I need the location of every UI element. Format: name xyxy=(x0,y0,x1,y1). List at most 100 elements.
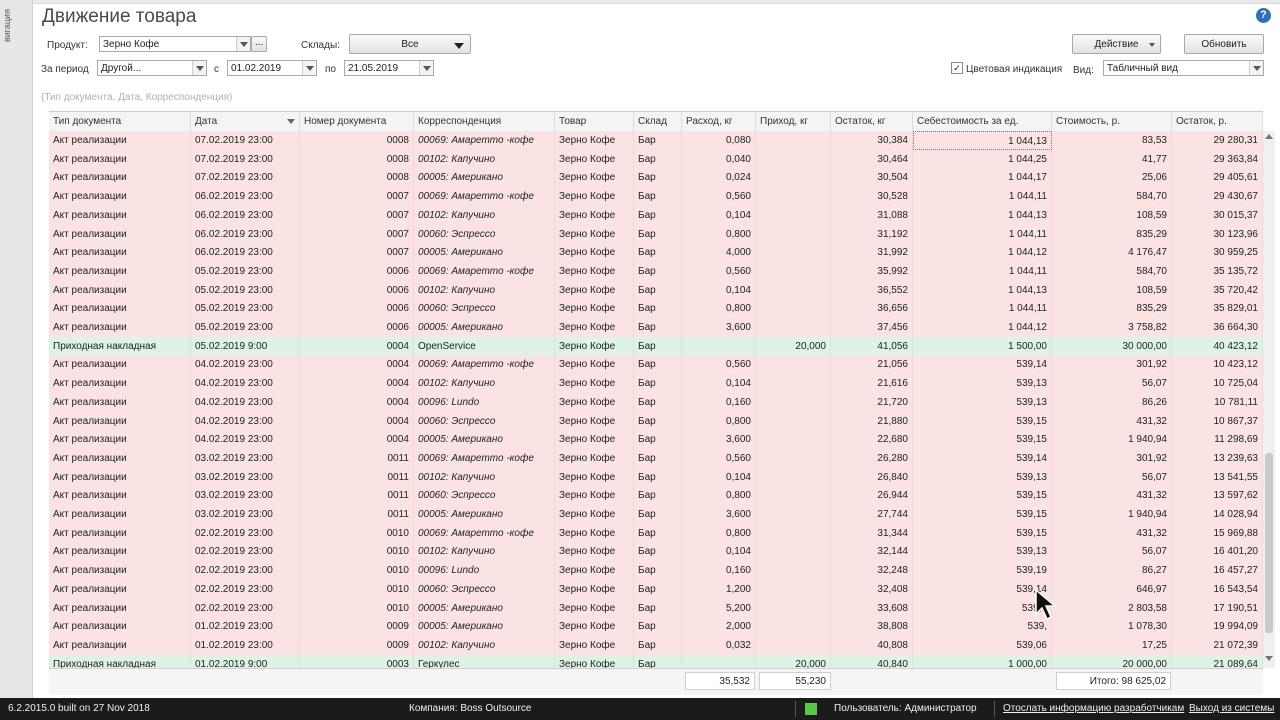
table-row[interactable]: Акт реализации 04.02.2019 23:00 0004 00102:… xyxy=(49,374,1263,394)
product-select[interactable]: Зерно Кофе xyxy=(99,36,251,52)
cell-num: 0008 xyxy=(300,149,414,169)
table-row[interactable]: Акт реализации 02.02.2019 23:00 0010 00069:… xyxy=(49,523,1263,543)
cell-num: 0004 xyxy=(300,430,414,450)
navigation-strip[interactable]: вигация xyxy=(0,0,33,698)
table-row[interactable]: Акт реализации 04.02.2019 23:00 0004 00060:… xyxy=(49,411,1263,431)
product-more-button[interactable]: ... xyxy=(251,36,267,52)
table-row[interactable]: Акт реализации 02.02.2019 23:00 0010 00060:… xyxy=(49,579,1263,599)
help-icon[interactable]: ? xyxy=(1256,8,1271,23)
report-link[interactable]: Отослать информацию разработчикам xyxy=(1003,703,1184,714)
product-value: Зерно Кофе xyxy=(103,39,160,50)
cell-cost: 584,70 xyxy=(1052,261,1172,281)
column-header-unit[interactable]: Себестоимость за ед. xyxy=(913,112,1052,131)
scroll-down-icon[interactable] xyxy=(1265,656,1273,661)
cell-balr: 35 829,01 xyxy=(1172,299,1263,319)
cell-out: 0,040 xyxy=(682,149,756,169)
cell-type: Акт реализации xyxy=(49,505,191,524)
from-date-field[interactable]: 01.02.2019 xyxy=(227,60,317,76)
column-header-balr[interactable]: Остаток, р. xyxy=(1172,112,1263,131)
column-header-date[interactable]: Дата xyxy=(191,112,300,131)
table-row[interactable]: Акт реализации 07.02.2019 23:00 0008 00005:… xyxy=(49,168,1263,188)
view-value: Табличный вид xyxy=(1107,63,1178,74)
table-row[interactable]: Акт реализации 05.02.2019 23:00 0006 00060:… xyxy=(49,299,1263,319)
cell-corr: 00060: Эспрессо xyxy=(414,486,555,506)
cell-corr: Геркулес xyxy=(414,654,555,669)
scroll-thumb[interactable] xyxy=(1265,453,1273,633)
cell-item: Зерно Кофе xyxy=(555,243,634,263)
exit-link[interactable]: Выход из системы xyxy=(1189,703,1274,714)
table-row[interactable]: Приходная накладная 05.02.2019 9:00 0004 Op… xyxy=(49,336,1263,356)
column-header-out[interactable]: Расход, кг xyxy=(682,112,756,131)
cell-unit: 1 044,13 xyxy=(913,131,1052,150)
table-row[interactable]: Акт реализации 02.02.2019 23:00 0010 00005:… xyxy=(49,598,1263,618)
stores-select[interactable]: Все xyxy=(349,34,471,54)
filter-input[interactable]: (Тип документа, Дата, Корреспонденция) xyxy=(41,92,232,103)
from-label: с xyxy=(214,64,219,75)
table-row[interactable]: Акт реализации 07.02.2019 23:00 0008 00102:… xyxy=(49,149,1263,169)
cell-unit: 1 044,17 xyxy=(913,168,1052,188)
calendar-dropdown-icon[interactable] xyxy=(419,61,433,75)
period-select[interactable]: Другой... xyxy=(97,60,207,76)
chevron-down-icon[interactable] xyxy=(1249,61,1263,75)
cell-bal: 26,840 xyxy=(831,467,913,487)
cell-corr: 00096: Lundo xyxy=(414,392,555,412)
table-row[interactable]: Акт реализации 03.02.2019 23:00 0011 00060:… xyxy=(49,486,1263,506)
action-button[interactable]: Действие xyxy=(1072,34,1161,54)
table-row[interactable]: Акт реализации 01.02.2019 23:00 0009 00102:… xyxy=(49,635,1263,655)
cell-item: Зерно Кофе xyxy=(555,430,634,450)
table-row[interactable]: Приходная накладная 01.02.2019 9:00 0003 Ге… xyxy=(49,654,1263,669)
column-header-cost[interactable]: Стоимость, р. xyxy=(1052,112,1172,131)
column-header-type[interactable]: Тип документа xyxy=(49,112,191,131)
cell-bal: 31,192 xyxy=(831,224,913,244)
table-row[interactable]: Акт реализации 05.02.2019 23:00 0006 00069:… xyxy=(49,261,1263,281)
column-header-bal[interactable]: Остаток, кг xyxy=(831,112,913,131)
calendar-dropdown-icon[interactable] xyxy=(302,61,316,75)
cell-out: 0,104 xyxy=(682,374,756,394)
view-select[interactable]: Табличный вид xyxy=(1103,60,1264,76)
scroll-up-icon[interactable] xyxy=(1265,134,1273,139)
cell-corr: 00069: Амаретто -кофе xyxy=(414,131,555,150)
vertical-scrollbar[interactable] xyxy=(1263,131,1275,668)
table-row[interactable]: Акт реализации 06.02.2019 23:00 0007 00060:… xyxy=(49,224,1263,244)
column-header-item[interactable]: Товар xyxy=(555,112,634,131)
cell-in xyxy=(756,280,831,300)
column-header-corr[interactable]: Корреспонденция xyxy=(414,112,555,131)
cell-corr: 00005: Американо xyxy=(414,617,555,637)
cell-item: Зерно Кофе xyxy=(555,336,634,356)
table-row[interactable]: Акт реализации 03.02.2019 23:00 0011 00102:… xyxy=(49,467,1263,487)
table-row[interactable]: Акт реализации 02.02.2019 23:00 0010 00096:… xyxy=(49,561,1263,581)
table-row[interactable]: Акт реализации 02.02.2019 23:00 0010 00102:… xyxy=(49,542,1263,562)
table-row[interactable]: Акт реализации 03.02.2019 23:00 0011 00005:… xyxy=(49,505,1263,524)
cell-date: 05.02.2019 23:00 xyxy=(191,280,300,300)
table-row[interactable]: Акт реализации 04.02.2019 23:00 0004 00005:… xyxy=(49,430,1263,450)
table-row[interactable]: Акт реализации 05.02.2019 23:00 0006 00005:… xyxy=(49,318,1263,337)
table-row[interactable]: Акт реализации 07.02.2019 23:00 0008 00069:… xyxy=(49,131,1263,150)
cell-out: 4,000 xyxy=(682,243,756,263)
cell-store: Бар xyxy=(634,598,682,618)
table-row[interactable]: Акт реализации 04.02.2019 23:00 0004 00096:… xyxy=(49,392,1263,412)
table-row[interactable]: Акт реализации 05.02.2019 23:00 0006 00102:… xyxy=(49,280,1263,300)
cell-item: Зерно Кофе xyxy=(555,168,634,188)
cell-cost: 56,07 xyxy=(1052,374,1172,394)
table-row[interactable]: Акт реализации 06.02.2019 23:00 0007 00102:… xyxy=(49,205,1263,225)
table-row[interactable]: Акт реализации 06.02.2019 23:00 0007 00069:… xyxy=(49,187,1263,207)
cell-store: Бар xyxy=(634,486,682,506)
cell-cost: 301,92 xyxy=(1052,355,1172,375)
table-row[interactable]: Акт реализации 01.02.2019 23:00 0009 00005:… xyxy=(49,617,1263,637)
column-header-num[interactable]: Номер документа xyxy=(300,112,414,131)
table-row[interactable]: Акт реализации 03.02.2019 23:00 0011 00069:… xyxy=(49,448,1263,468)
table-row[interactable]: Акт реализации 04.02.2019 23:00 0004 00069:… xyxy=(49,355,1263,375)
chevron-down-icon[interactable] xyxy=(192,61,206,75)
table-row[interactable]: Акт реализации 06.02.2019 23:00 0007 00005:… xyxy=(49,243,1263,263)
cell-out xyxy=(682,336,756,356)
cell-num: 0010 xyxy=(300,598,414,618)
chevron-down-icon[interactable] xyxy=(236,37,250,51)
column-header-store[interactable]: Склад xyxy=(634,112,682,131)
cell-bal: 31,344 xyxy=(831,523,913,543)
cell-num: 0010 xyxy=(300,523,414,543)
refresh-button[interactable]: Обновить xyxy=(1184,34,1264,54)
column-header-in[interactable]: Приход, кг xyxy=(756,112,831,131)
color-indication-checkbox[interactable]: ✓ xyxy=(951,62,963,74)
cell-bal: 30,528 xyxy=(831,187,913,207)
to-date-field[interactable]: 21.05.2019 xyxy=(344,60,434,76)
